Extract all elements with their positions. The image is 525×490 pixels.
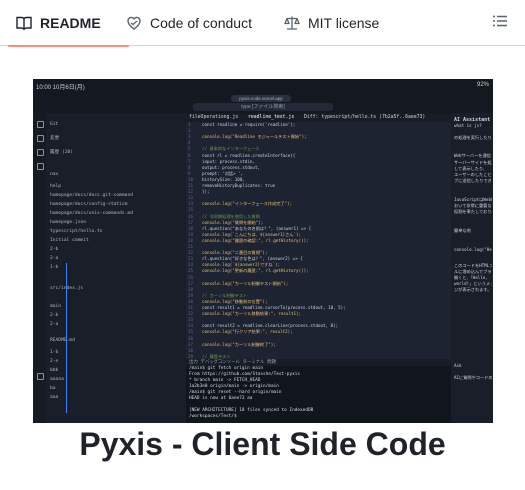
sidebar-row: main (50, 304, 62, 309)
editor-tabs: fileOperationg.js readline_test.js Diff:… (186, 113, 451, 122)
editor-tab: readline_test.js (248, 115, 295, 120)
code-editor: fileOperationg.js readline_test.js Diff:… (186, 113, 451, 365)
ai-panel-line: 簡単な例 (454, 228, 471, 233)
code-line: console.log("履歴の確認:", rl.getHistory()); (202, 237, 309, 243)
git-sidebar: Git 変更 履歴 (20) nav help homepage/docs/do… (46, 113, 186, 423)
code-line: console.log("インターフェース作成完了"); (202, 201, 293, 207)
files-icon (37, 121, 44, 128)
status-time: 10:00 10月6日(月) (36, 85, 85, 91)
sidebar-row: homepage/docs/docs.git-command (50, 193, 133, 198)
ai-panel-line: 役割を果たしており、 (454, 209, 492, 214)
list-unordered-icon (492, 13, 508, 34)
sidebar-row: 2-a (50, 256, 59, 261)
sidebar-row: 履歴 (20) (50, 150, 74, 155)
commit-graph-line (66, 263, 67, 413)
sidebar-row: 1-b (50, 265, 59, 270)
sidebar-row: aaa (50, 395, 59, 400)
ai-panel-line: ブに送信したりできます。 (454, 178, 492, 183)
code-line: }); (202, 189, 210, 195)
battery-level: 92% (476, 82, 489, 88)
book-icon (16, 15, 32, 31)
editor-tab: fileOperationg.js (189, 115, 239, 120)
run-icon (37, 163, 44, 170)
tab-readme[interactable]: README (8, 0, 129, 47)
sidebar-row: nav (50, 172, 59, 177)
terminal-line: /workspaces/Test/$ (189, 414, 237, 419)
code-line: console.log("カーソル移動結果:", result1); (202, 311, 302, 317)
code-line: const readline = require('readline'); (202, 122, 296, 127)
code-area: 1 const readline = require('readline'); 2 3… (186, 122, 451, 365)
sidebar-row: 2-a (50, 322, 59, 327)
terminal-line: HEAD is now at 6aee73 aa (189, 396, 253, 401)
tab-license-label: MIT license (308, 15, 380, 31)
sidebar-row: homepage/docs/config-staticm (50, 202, 128, 207)
sidebar-row: bbb (50, 368, 59, 373)
activity-bar (33, 113, 46, 423)
sidebar-row: 1-b (50, 350, 59, 355)
code-line: console.log("カーソル制御終了"); (202, 341, 276, 347)
terminal-tabs: 出力 デバッグコンソール ターミナル 問題 (186, 359, 454, 366)
ai-panel-line: what is js? (454, 123, 482, 128)
readme-heading: Pyxis - Client Side Code (79, 426, 446, 462)
tab-code-of-conduct-label: Code of conduct (150, 15, 252, 31)
code-line: console.log("行クリア結果:", result2); (202, 329, 293, 335)
url-pill: pyxis-code.vercel.app (231, 95, 291, 102)
sidebar-row: ba (50, 386, 56, 391)
code-line: console.log("更新の履歴:", rl.getHistory()); (202, 268, 309, 274)
sidebar-row: README.md (50, 338, 75, 343)
editor-tab: Diff: typescript/hello.ts (7b2a5f..6aee7… (304, 115, 426, 120)
ai-panel-line: Ask (454, 363, 462, 368)
heart-hand-icon (126, 15, 142, 31)
ai-panel-line: ジが表示されます。 (454, 287, 492, 292)
device-status-bar: 10:00 10月6日(月) 92% (33, 79, 493, 93)
code-line: removeHistoryDuplicates: true (202, 183, 276, 188)
sidebar-row: homepage.json (50, 220, 86, 225)
sidebar-row: help (50, 184, 62, 189)
outline-menu-button[interactable] (485, 8, 515, 38)
readme-tab-bar: README Code of conduct MIT license (0, 0, 525, 47)
ai-assistant-panel: AI Assistantwhat is js?の処理を実行したりできます。Web… (451, 113, 493, 423)
tab-license[interactable]: MIT license (284, 0, 379, 46)
terminal-panel: 出力 デバッグコンソール ターミナル 問題/main$ git fetch or… (186, 359, 454, 423)
sidebar-row: aaaaa (50, 377, 64, 382)
sidebar-row: 2-b (50, 313, 59, 318)
browser-url-bar: pyxis-code.vercel.app type [ファイル検索] (33, 93, 493, 113)
law-scale-icon (284, 15, 300, 31)
sidebar-row: 2-b (50, 247, 59, 252)
ai-panel-line: AIに質問やコードの相談をしてください... (454, 375, 492, 380)
tab-readme-label: README (40, 15, 101, 31)
settings-icon (37, 373, 44, 380)
source-control-icon (37, 149, 44, 156)
code-line: console.log("カーソル制御テスト開始"); (202, 280, 289, 286)
sidebar-row: Initial commit (50, 238, 89, 243)
ai-panel-line: Webサーバーを通信: (454, 153, 492, 158)
search-icon (37, 135, 44, 142)
sidebar-row: typescript/hello.ts (50, 229, 103, 234)
tab-code-of-conduct[interactable]: Code of conduct (126, 0, 252, 46)
sidebar-row: 変更 (50, 136, 60, 141)
sidebar-row: homepage/docs/unix-commands.md (50, 211, 133, 216)
sidebar-row: Git (50, 122, 59, 127)
file-search-box: type [ファイル検索] (193, 103, 333, 111)
ai-panel-line: の処理を実行したりできます。 (454, 135, 492, 140)
app-screenshot: 10:00 10月6日(月) 92% pyxis-code.vercel.app… (33, 79, 493, 423)
code-line: console.log("Readline モジュールテスト開始"); (202, 134, 307, 140)
ai-panel-line: console.log("Hello, world!"); (454, 247, 492, 252)
sidebar-row: 2-e (50, 359, 59, 364)
